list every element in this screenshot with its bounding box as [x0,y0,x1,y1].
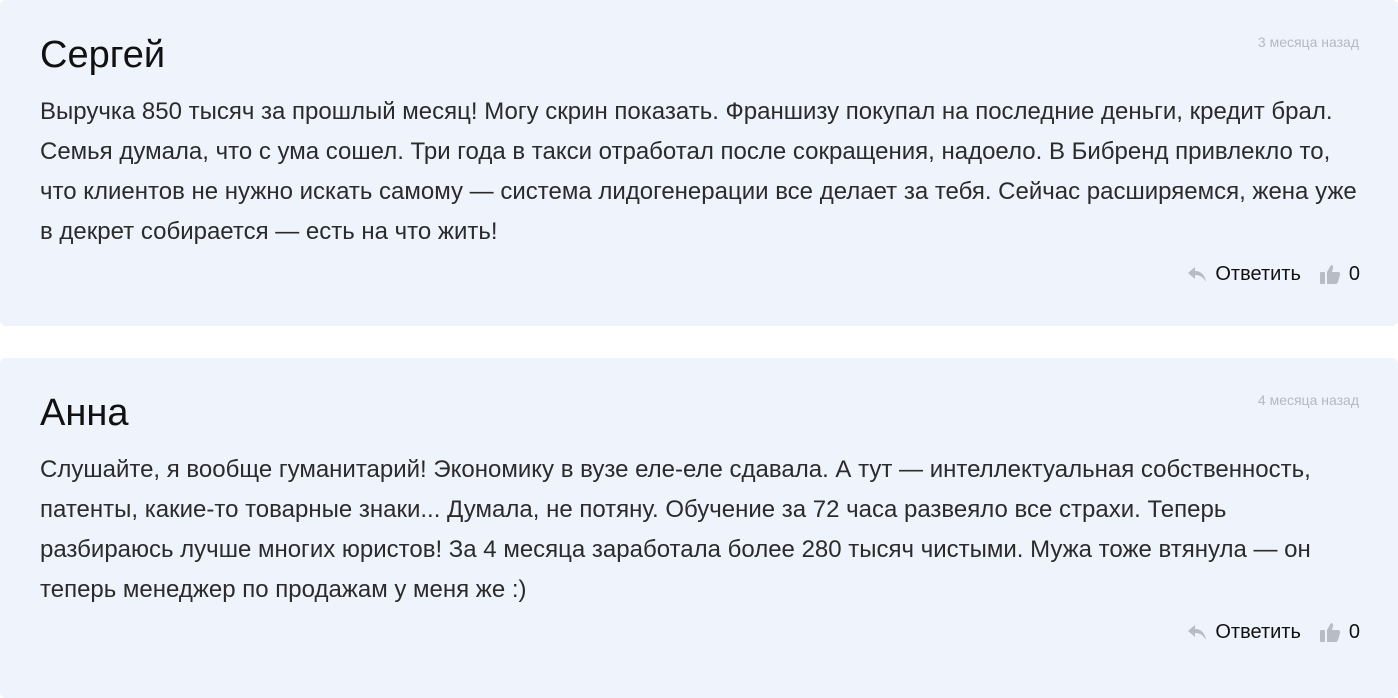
reply-label: Ответить [1215,262,1301,285]
comment-author: Анна [40,392,129,434]
comment-date: 4 месяца назад [1257,392,1359,408]
comment-actions: Ответить 0 [1187,260,1360,288]
comment-text: Слушайте, я вообще гуманитарий! Экономик… [40,456,1311,603]
comment-text: Выручка 850 тысяч за прошлый месяц! Могу… [40,98,1357,245]
thumbs-up-icon [1319,263,1341,285]
reply-button[interactable]: Ответить [1187,263,1301,286]
like-button[interactable]: 0 [1319,263,1360,286]
reply-button[interactable]: Ответить [1187,621,1301,644]
thumbs-up-icon [1319,621,1341,643]
comment-date: 3 месяца назад [1257,34,1359,50]
reply-arrow-icon [1187,265,1207,283]
reply-arrow-icon [1187,623,1207,641]
like-count: 0 [1348,620,1360,643]
comment-actions: Ответить 0 [1187,618,1360,646]
comment-card: Анна 4 месяца назад Слушайте, я вообще г… [0,358,1398,698]
reply-label: Ответить [1215,620,1301,643]
comment-card: Сергей 3 месяца назад Выручка 850 тысяч … [0,0,1398,326]
like-button[interactable]: 0 [1319,621,1360,644]
comment-author: Сергей [40,34,166,76]
like-count: 0 [1348,262,1360,285]
